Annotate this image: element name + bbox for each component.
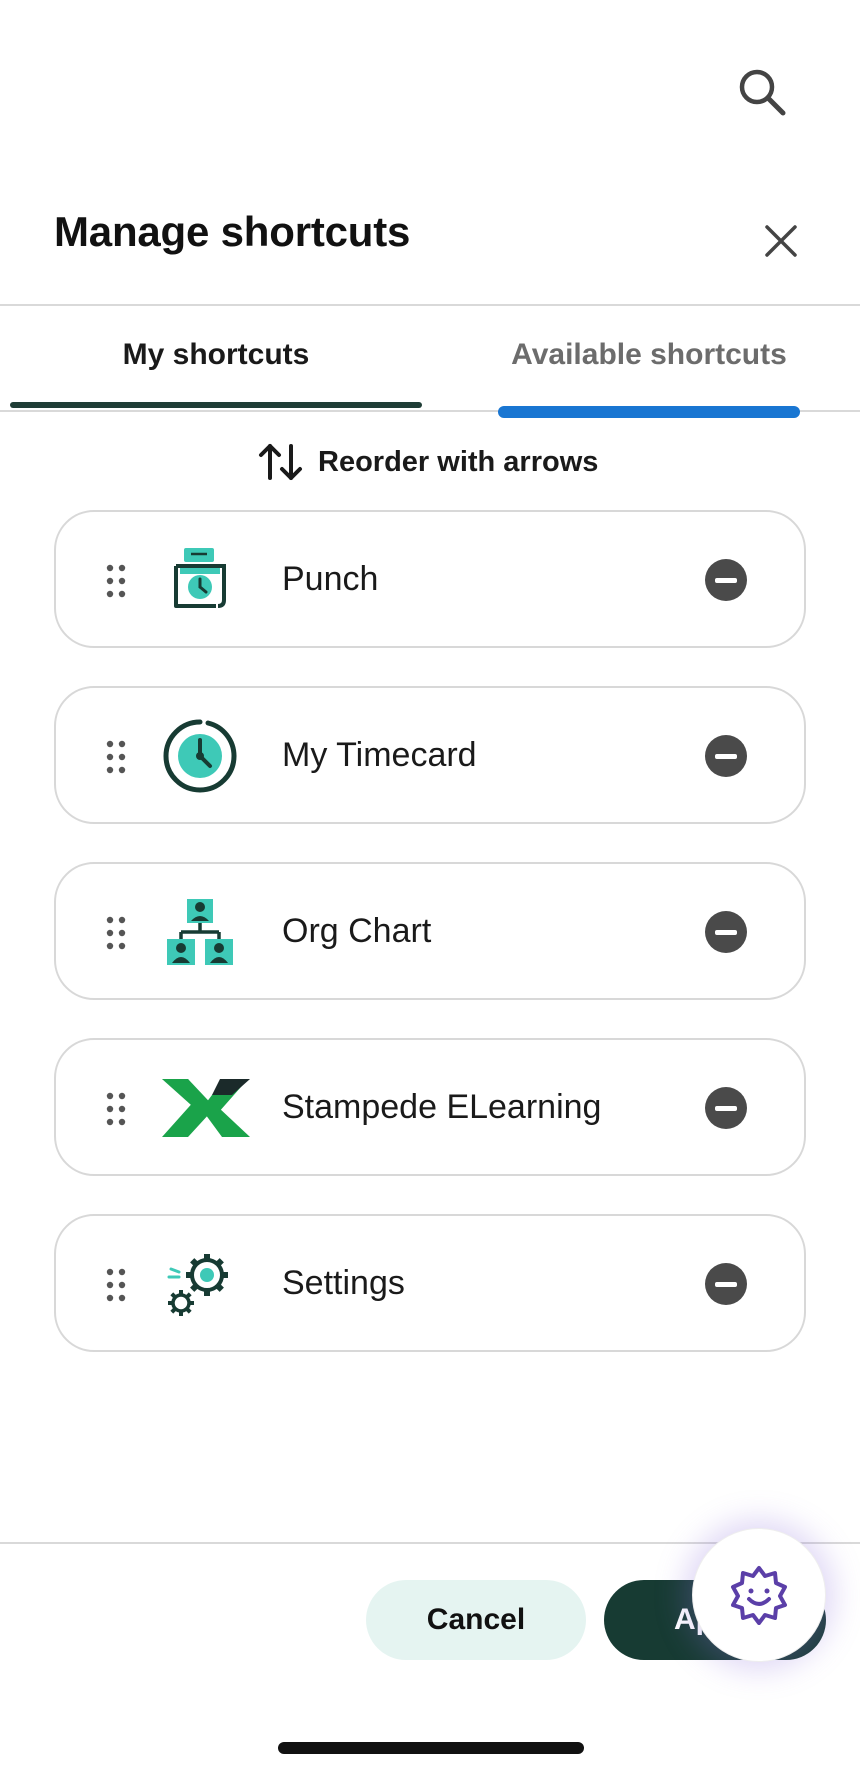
- drag-handle-icon[interactable]: [106, 916, 126, 950]
- header-divider: [0, 304, 860, 306]
- minus-icon: [715, 577, 737, 583]
- tab-available-shortcuts[interactable]: Available shortcuts: [498, 338, 800, 410]
- shortcut-label: Stampede ELearning: [282, 1087, 602, 1126]
- assistant-button[interactable]: [692, 1528, 826, 1662]
- minus-icon: [715, 929, 737, 935]
- search-button[interactable]: [728, 58, 796, 126]
- remove-shortcut-button[interactable]: [705, 911, 747, 953]
- reorder-hint: Reorder with arrows: [258, 442, 598, 482]
- tab-available-shortcuts-label: Available shortcuts: [511, 338, 787, 371]
- tab-my-shortcuts-label: My shortcuts: [122, 338, 310, 371]
- shortcut-label: My Timecard: [282, 735, 477, 774]
- shortcut-card-org-chart[interactable]: Org Chart: [54, 862, 806, 1000]
- page-title: Manage shortcuts: [54, 208, 411, 255]
- reorder-hint-label: Reorder with arrows: [318, 445, 599, 478]
- shortcut-card-my-timecard[interactable]: My Timecard: [54, 686, 806, 824]
- drag-handle-icon[interactable]: [106, 740, 126, 774]
- shortcut-label: Org Chart: [282, 911, 432, 950]
- search-icon: [739, 69, 786, 116]
- minus-icon: [715, 1105, 737, 1111]
- assistant-badge-icon: [731, 1566, 787, 1625]
- reorder-arrows-icon: [259, 444, 302, 480]
- drag-handle-icon[interactable]: [106, 1092, 126, 1126]
- home-indicator: [278, 1742, 584, 1754]
- remove-shortcut-button[interactable]: [705, 1087, 747, 1129]
- shortcut-label: Punch: [282, 559, 379, 598]
- remove-shortcut-button[interactable]: [705, 735, 747, 777]
- shortcut-card-punch[interactable]: Punch: [54, 510, 806, 648]
- punch-clock-icon: [160, 540, 240, 620]
- remove-shortcut-button[interactable]: [705, 1263, 747, 1305]
- shortcut-card-stampede-elearning[interactable]: Stampede ELearning: [54, 1038, 806, 1176]
- shortcut-label: Settings: [282, 1263, 405, 1302]
- settings-gears-icon: [160, 1244, 240, 1324]
- org-chart-icon: [160, 892, 240, 972]
- tab-my-shortcuts-underline: [10, 402, 422, 408]
- remove-shortcut-button[interactable]: [705, 559, 747, 601]
- close-button[interactable]: [752, 212, 810, 270]
- cancel-button[interactable]: Cancel: [366, 1580, 586, 1660]
- close-icon: [765, 225, 797, 257]
- stampede-x-logo-icon: [160, 1068, 250, 1148]
- minus-icon: [715, 1281, 737, 1287]
- minus-icon: [715, 753, 737, 759]
- tab-available-shortcuts-underline: [498, 406, 800, 418]
- drag-handle-icon[interactable]: [106, 564, 126, 598]
- timecard-clock-icon: [160, 716, 240, 796]
- tab-my-shortcuts[interactable]: My shortcuts: [10, 338, 422, 410]
- shortcut-card-settings[interactable]: Settings: [54, 1214, 806, 1352]
- drag-handle-icon[interactable]: [106, 1268, 126, 1302]
